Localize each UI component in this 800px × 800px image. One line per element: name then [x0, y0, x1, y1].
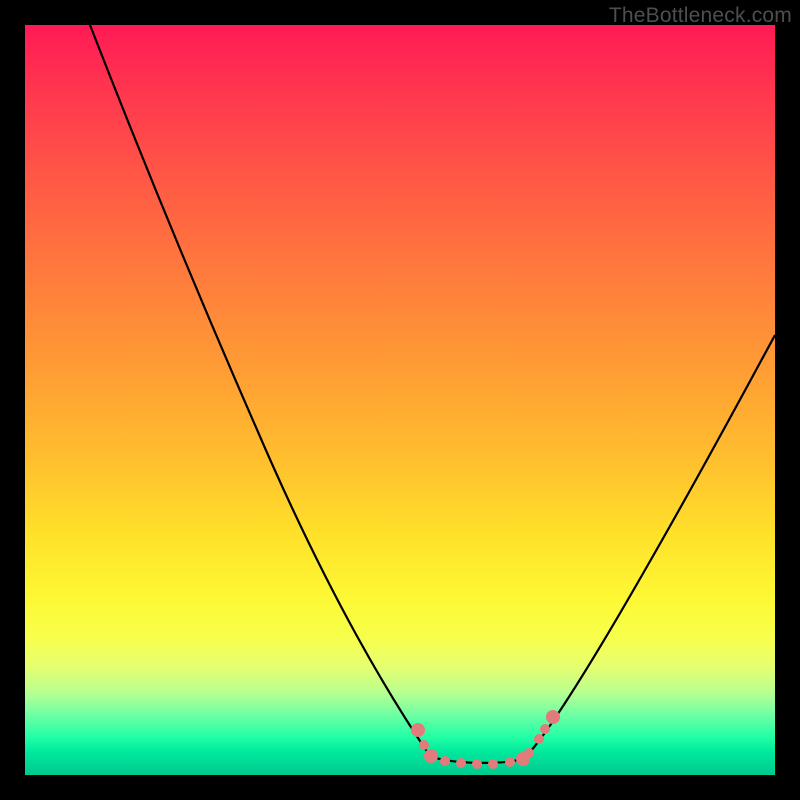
watermark-text: TheBottleneck.com [609, 4, 792, 28]
chart-frame: TheBottleneck.com [0, 0, 800, 800]
curve-right-branch [523, 335, 775, 759]
plot-area [25, 25, 775, 775]
curve-left-branch [90, 25, 430, 756]
curve-layer [25, 25, 775, 775]
bottom-markers [411, 710, 560, 769]
